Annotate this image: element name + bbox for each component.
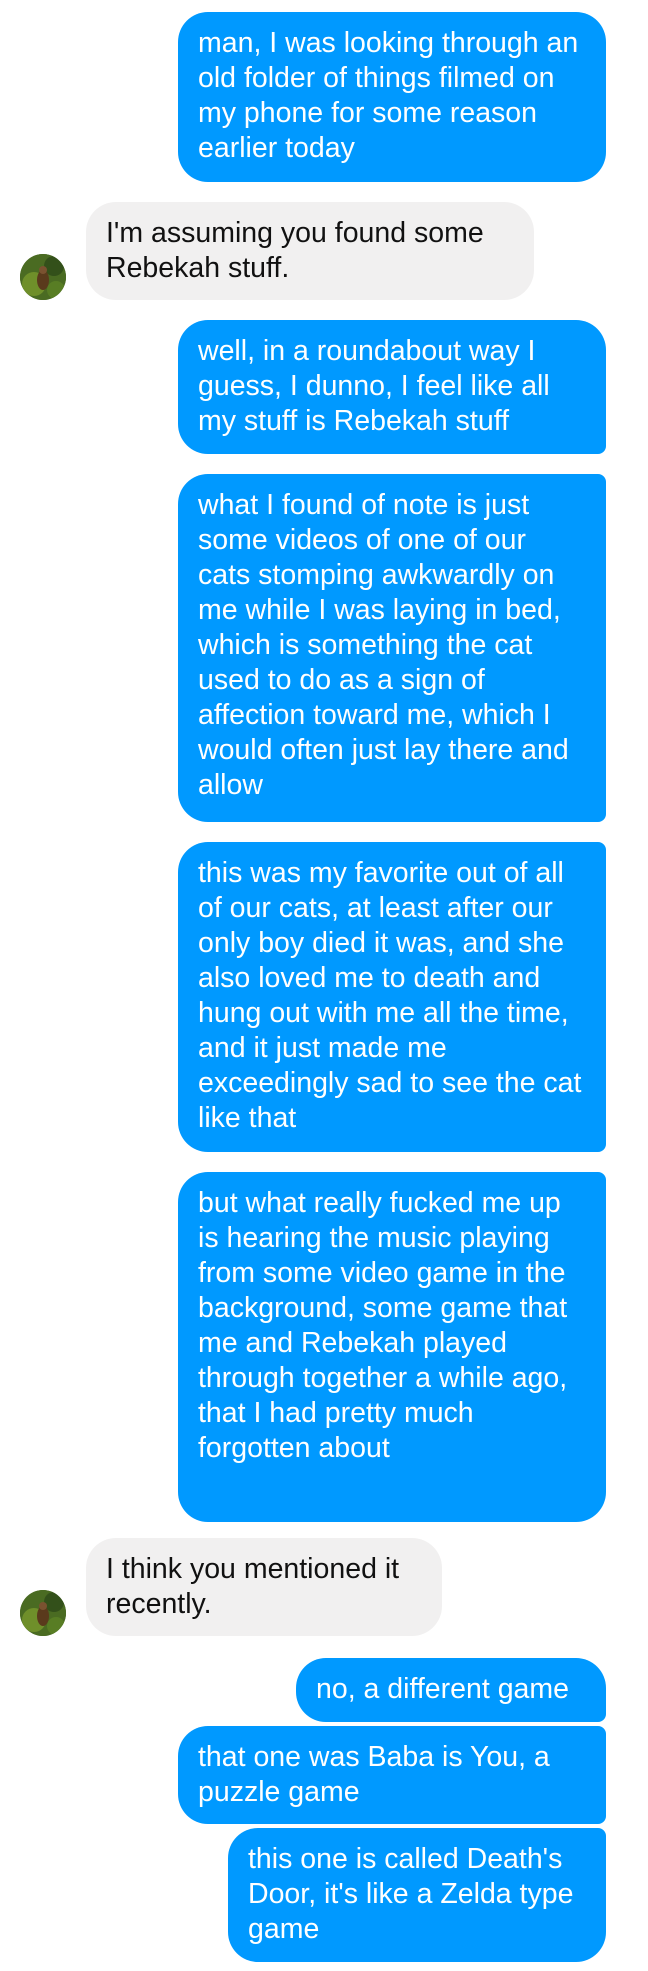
outgoing-message-bubble[interactable]: that one was Baba is You, a puzzle game: [178, 1726, 606, 1824]
message-thread: man, I was looking through an old folder…: [0, 0, 648, 1971]
outgoing-message-bubble[interactable]: but what really fucked me up is hearing …: [178, 1172, 606, 1522]
message-text: I'm assuming you found some Rebekah stuf…: [106, 217, 484, 284]
message-text: no, a different game: [316, 1673, 569, 1705]
contact-avatar-icon[interactable]: [20, 254, 66, 300]
outgoing-message-bubble[interactable]: man, I was looking through an old folder…: [178, 12, 606, 182]
message-text: this was my favorite out of all of our c…: [198, 857, 582, 1134]
message-text: this one is called Death's Door, it's li…: [248, 1843, 574, 1945]
message-text: that one was Baba is You, a puzzle game: [198, 1741, 550, 1808]
message-text: but what really fucked me up is hearing …: [198, 1187, 568, 1464]
contact-avatar-icon[interactable]: [20, 1590, 66, 1636]
message-text: man, I was looking through an old folder…: [198, 27, 579, 164]
incoming-message-bubble[interactable]: I think you mentioned it recently.: [86, 1538, 442, 1636]
outgoing-message-bubble[interactable]: well, in a roundabout way I guess, I dun…: [178, 320, 606, 454]
message-text: what I found of note is just some videos…: [198, 489, 569, 801]
message-text: I think you mentioned it recently.: [106, 1553, 400, 1620]
outgoing-message-bubble[interactable]: no, a different game: [296, 1658, 606, 1722]
message-text: well, in a roundabout way I guess, I dun…: [198, 335, 550, 437]
outgoing-message-bubble[interactable]: this was my favorite out of all of our c…: [178, 842, 606, 1152]
outgoing-message-bubble[interactable]: what I found of note is just some videos…: [178, 474, 606, 822]
incoming-message-bubble[interactable]: I'm assuming you found some Rebekah stuf…: [86, 202, 534, 300]
outgoing-message-bubble[interactable]: this one is called Death's Door, it's li…: [228, 1828, 606, 1962]
